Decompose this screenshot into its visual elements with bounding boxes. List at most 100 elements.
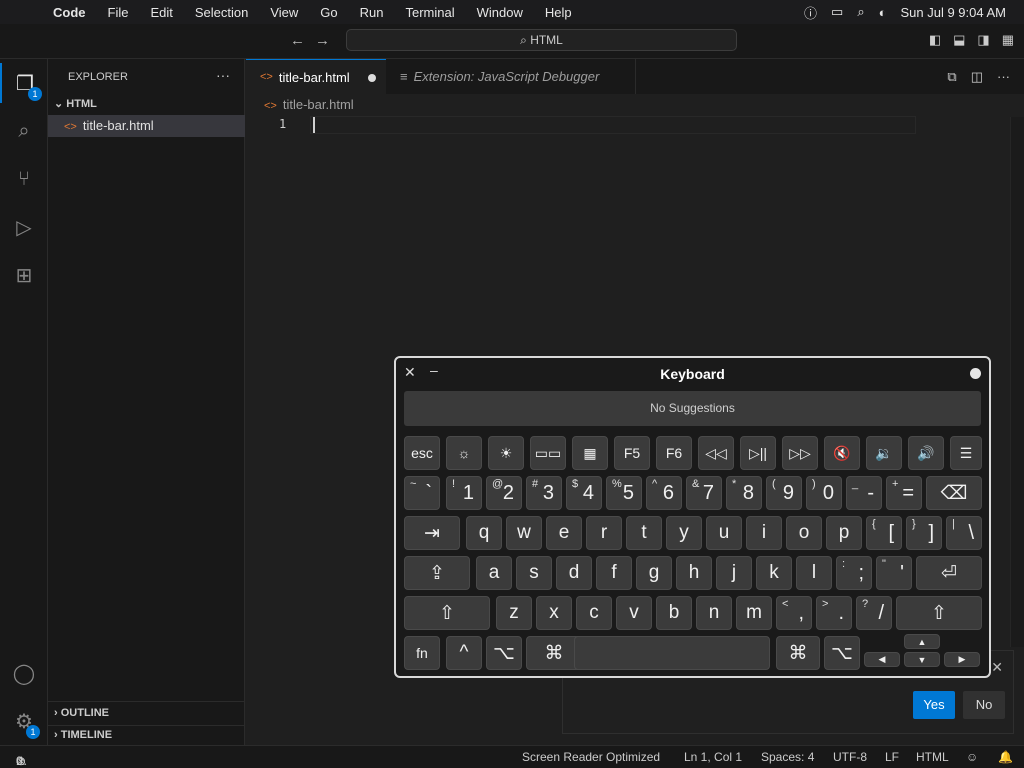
key-c[interactable]: c: [576, 596, 612, 630]
menu-run[interactable]: Run: [360, 5, 384, 20]
menu-edit[interactable]: Edit: [150, 5, 172, 20]
key-☰[interactable]: ☰: [950, 436, 982, 470]
yes-button[interactable]: Yes: [913, 691, 955, 719]
key--[interactable]: _ -: [846, 476, 882, 510]
key-v[interactable]: v: [616, 596, 652, 630]
indentation-status[interactable]: Spaces: 4: [761, 750, 814, 764]
key-2[interactable]: @2: [486, 476, 522, 510]
key-6[interactable]: ^ 6: [646, 476, 682, 510]
key-r[interactable]: r: [586, 516, 622, 550]
breadcrumb[interactable]: <> title-bar.html: [264, 97, 354, 112]
key-s[interactable]: s: [516, 556, 552, 590]
key-u[interactable]: u: [706, 516, 742, 550]
run-debug-icon[interactable]: ▷: [0, 207, 48, 247]
unsaved-dot-icon[interactable]: [368, 74, 376, 82]
key-esc[interactable]: esc: [404, 436, 440, 470]
key-i[interactable]: i: [746, 516, 782, 550]
outline-section[interactable]: › OUTLINE: [54, 707, 109, 719]
encoding-status[interactable]: UTF-8: [833, 750, 867, 764]
key-🔇[interactable]: 🔇: [824, 436, 860, 470]
key-⏎[interactable]: ⏎: [916, 556, 982, 590]
key-⇪[interactable]: ⇪: [404, 556, 470, 590]
toggle-panel-icon[interactable]: ⬓: [953, 32, 965, 48]
tab-extension-js-debugger[interactable]: ≡ Extension: JavaScript Debugger: [388, 59, 636, 94]
explorer-icon[interactable]: ❐ 1: [0, 63, 48, 103]
more-actions-icon[interactable]: ···: [216, 67, 230, 83]
key-g[interactable]: g: [636, 556, 672, 590]
close-icon[interactable]: ✕: [991, 659, 1003, 676]
key-j[interactable]: j: [716, 556, 752, 590]
key-][interactable]: }]: [906, 516, 942, 550]
arrow-up-key[interactable]: ▲: [904, 634, 940, 649]
key-[[interactable]: {[: [866, 516, 902, 550]
key-z[interactable]: z: [496, 596, 532, 630]
key-=[interactable]: + =: [886, 476, 922, 510]
key-▭▭[interactable]: ▭▭: [530, 436, 566, 470]
key-/[interactable]: ? /: [856, 596, 892, 630]
key-a[interactable]: a: [476, 556, 512, 590]
more-actions-icon[interactable]: ···: [997, 69, 1010, 85]
key-^[interactable]: ^: [446, 636, 482, 670]
menubar-clock[interactable]: Sun Jul 9 9:04 AM: [900, 5, 1006, 20]
key-⌥[interactable]: ⌥: [486, 636, 522, 670]
key-▦[interactable]: ▦: [572, 436, 608, 470]
key-0[interactable]: ) 0: [806, 476, 842, 510]
key-t[interactable]: t: [626, 516, 662, 550]
menu-file[interactable]: File: [108, 5, 129, 20]
key-🔉[interactable]: 🔉: [866, 436, 902, 470]
folder-html[interactable]: ⌄ HTML: [54, 97, 97, 110]
menu-go[interactable]: Go: [320, 5, 337, 20]
timeline-section[interactable]: › TIMELINE: [54, 729, 112, 741]
arrow-left-key[interactable]: ◀: [864, 652, 900, 667]
key-.[interactable]: >.: [816, 596, 852, 630]
menu-window[interactable]: Window: [477, 5, 523, 20]
screen-mirroring-icon[interactable]: ▭: [831, 4, 843, 20]
key-p[interactable]: p: [826, 516, 862, 550]
control-center-icon[interactable]: ◐: [879, 5, 887, 20]
key-o[interactable]: o: [786, 516, 822, 550]
key-q[interactable]: q: [466, 516, 502, 550]
spotlight-search-icon[interactable]: ⌕: [857, 4, 864, 20]
screen-reader-status[interactable]: Screen Reader Optimized: [522, 750, 660, 764]
key-▷▷[interactable]: ▷▷: [782, 436, 818, 470]
key-l[interactable]: l: [796, 556, 832, 590]
options-icon[interactable]: [970, 368, 981, 379]
key-k[interactable]: k: [756, 556, 792, 590]
key-3[interactable]: #3: [526, 476, 562, 510]
key-⇧[interactable]: ⇧: [404, 596, 490, 630]
extensions-icon[interactable]: ⊞: [0, 255, 48, 295]
key-b[interactable]: b: [656, 596, 692, 630]
key-☀[interactable]: ☀: [488, 436, 524, 470]
key-,[interactable]: <,: [776, 596, 812, 630]
key-5[interactable]: % 5: [606, 476, 642, 510]
menu-selection[interactable]: Selection: [195, 5, 248, 20]
key-⌘[interactable]: ⌘: [776, 636, 820, 670]
menu-help[interactable]: Help: [545, 5, 572, 20]
key-h[interactable]: h: [676, 556, 712, 590]
accounts-icon[interactable]: ◯: [0, 653, 48, 693]
key-f[interactable]: f: [596, 556, 632, 590]
key-fn[interactable]: fn: [404, 636, 440, 670]
key-;[interactable]: :;: [836, 556, 872, 590]
menu-terminal[interactable]: Terminal: [406, 5, 455, 20]
arrow-right-key[interactable]: ▶: [944, 652, 980, 667]
key-8[interactable]: * 8: [726, 476, 762, 510]
feedback-icon[interactable]: ☺: [966, 750, 978, 764]
key-\[interactable]: | \: [946, 516, 982, 550]
language-mode[interactable]: HTML: [916, 750, 949, 764]
key-7[interactable]: & 7: [686, 476, 722, 510]
menu-view[interactable]: View: [270, 5, 298, 20]
key-🔊[interactable]: 🔊: [908, 436, 944, 470]
settings-gear-icon[interactable]: ⚙ 1: [0, 701, 48, 741]
tab-title-bar-html[interactable]: <> title-bar.html: [246, 59, 386, 94]
key-w[interactable]: w: [506, 516, 542, 550]
key-9[interactable]: (9: [766, 476, 802, 510]
info-icon[interactable]: ⓘ: [804, 3, 817, 22]
key-⌥[interactable]: ⌥: [824, 636, 860, 670]
key-F5[interactable]: F5: [614, 436, 650, 470]
menu-app-code[interactable]: Code: [53, 5, 86, 20]
key-m[interactable]: m: [736, 596, 772, 630]
eol-status[interactable]: LF: [885, 750, 899, 764]
arrow-down-key[interactable]: ▼: [904, 652, 940, 667]
notifications-bell-icon[interactable]: 🔔: [998, 750, 1013, 764]
